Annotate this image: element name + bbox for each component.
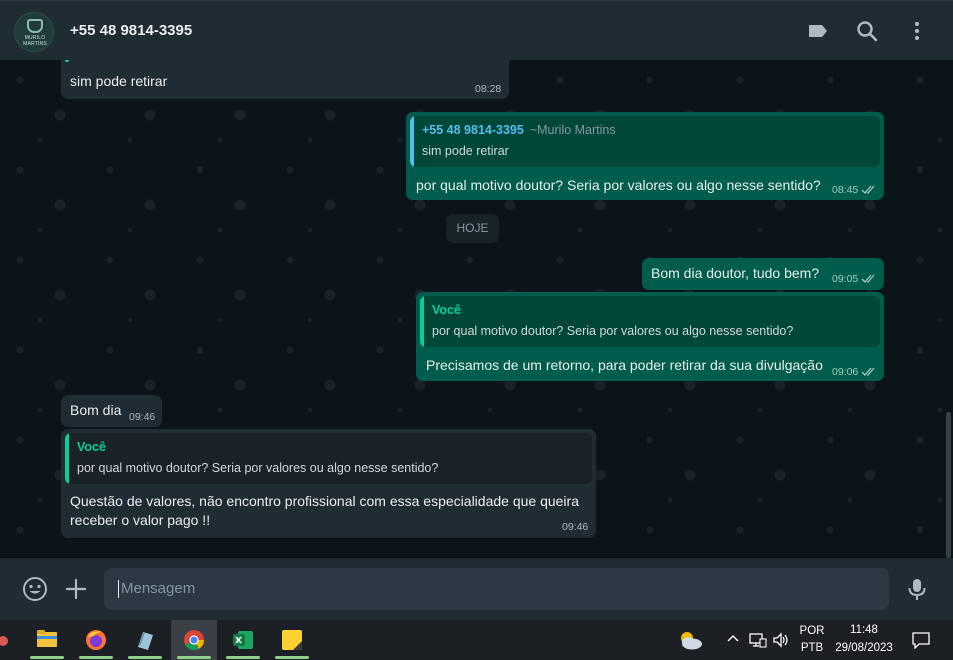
chevron-up-icon[interactable] [727,633,739,645]
quote-author-alias: ~Murilo Martins [529,123,616,137]
chat-scrollbar[interactable] [946,412,951,558]
avatar-logo-text: MURILO MARTINS [23,35,47,47]
excel-icon [233,631,253,649]
message-time: 09:06 [832,366,859,378]
running-indicator [275,656,309,659]
emoji-icon[interactable] [22,576,48,602]
input-language-top[interactable]: POR [796,625,828,637]
quote-author-phone: +55 48 9814-3395 [422,123,524,137]
message-outgoing[interactable]: Bom dia doutor, tudo bem? 09:05 [642,258,884,290]
message-composer: Mensagem [0,558,953,620]
taskbar-chrome[interactable] [171,620,217,660]
text-caret [118,580,119,598]
attach-plus-icon[interactable] [63,576,89,602]
date-separator: HOJE [446,214,499,243]
quote-bar-fragment [65,60,69,62]
message-time: 09:05 [832,273,859,285]
message-text: Questão de valores, não encontro profiss… [70,493,579,528]
quoted-message[interactable]: Você por qual motivo doutor? Seria por v… [420,296,880,347]
weather-cloudy-icon[interactable] [676,629,704,651]
label-icon[interactable] [806,19,830,43]
search-icon[interactable] [855,19,879,43]
read-receipt-icon [861,185,875,194]
running-indicator [226,656,260,659]
contact-title[interactable]: +55 48 9814-3395 [70,22,192,39]
network-icon[interactable] [749,632,767,648]
notepad-icon [138,632,153,650]
quoted-message[interactable]: Você por qual motivo doutor? Seria por v… [65,433,592,484]
whatsapp-window: MURILO MARTINS +55 48 9814-3395 sim pode… [0,0,953,620]
message-text: por qual motivo doutor? Seria por valore… [416,177,821,193]
firefox-icon [86,630,106,650]
running-indicator [79,656,113,659]
message-time: 08:45 [832,184,859,196]
quote-bar [420,296,424,347]
chrome-icon [184,630,205,651]
clock-date[interactable]: 29/08/2023 [832,642,896,654]
message-incoming[interactable]: sim pode retirar 08:28 [61,60,509,99]
message-time: 08:28 [475,83,502,95]
file-explorer-icon [37,630,57,647]
read-receipt-icon [861,274,875,283]
running-indicator [30,656,64,659]
taskbar-file-explorer[interactable] [24,620,70,660]
logo-mark-icon [27,19,43,33]
quote-author: Você [432,303,461,317]
message-input-placeholder: Mensagem [121,580,196,597]
message-time: 09:46 [129,411,156,423]
taskbar-excel[interactable] [220,620,266,660]
taskbar-notepad[interactable] [122,620,168,660]
running-indicator [177,656,211,659]
notifications-icon[interactable] [911,631,931,649]
sticky-notes-icon [282,630,302,650]
message-time: 09:46 [562,521,589,533]
message-outgoing[interactable]: Você por qual motivo doutor? Seria por v… [416,292,884,381]
running-indicator [128,656,162,659]
partial-app-icon[interactable] [0,630,12,652]
message-incoming[interactable]: Você por qual motivo doutor? Seria por v… [61,429,596,538]
read-receipt-icon [861,367,875,376]
quote-bar [410,116,414,167]
taskbar-sticky-notes[interactable] [269,620,315,660]
quote-author: +55 48 9814-3395 ~Murilo Martins [422,123,616,137]
volume-icon[interactable] [772,632,790,648]
quoted-message[interactable]: +55 48 9814-3395 ~Murilo Martins sim pode… [410,116,880,167]
quote-text: sim pode retirar [422,144,509,158]
message-input[interactable]: Mensagem [104,568,889,610]
chat-header: MURILO MARTINS +55 48 9814-3395 [0,0,953,60]
message-incoming[interactable]: Bom dia 09:46 [61,395,162,427]
message-text: Precisamos de um retorno, para poder ret… [426,357,823,373]
contact-avatar[interactable]: MURILO MARTINS [14,12,54,52]
message-text: Bom dia doutor, tudo bem? [651,265,820,281]
quote-text: por qual motivo doutor? Seria por valore… [77,461,439,475]
message-outgoing[interactable]: +55 48 9814-3395 ~Murilo Martins sim pode… [406,112,884,200]
quote-bar [65,433,69,484]
input-language-bottom[interactable]: PTB [796,642,828,654]
more-vertical-icon[interactable] [905,19,929,43]
microphone-icon[interactable] [904,576,930,602]
windows-taskbar: POR PTB 11:48 29/08/2023 [0,620,953,660]
clock-time[interactable]: 11:48 [832,624,896,636]
message-list[interactable]: sim pode retirar 08:28 +55 48 9814-3395 ~… [0,60,953,558]
taskbar-firefox[interactable] [73,620,119,660]
message-text: Bom dia [70,402,122,418]
quote-author: Você [77,440,106,454]
message-text: sim pode retirar [70,73,168,89]
quote-text: por qual motivo doutor? Seria por valore… [432,324,794,338]
